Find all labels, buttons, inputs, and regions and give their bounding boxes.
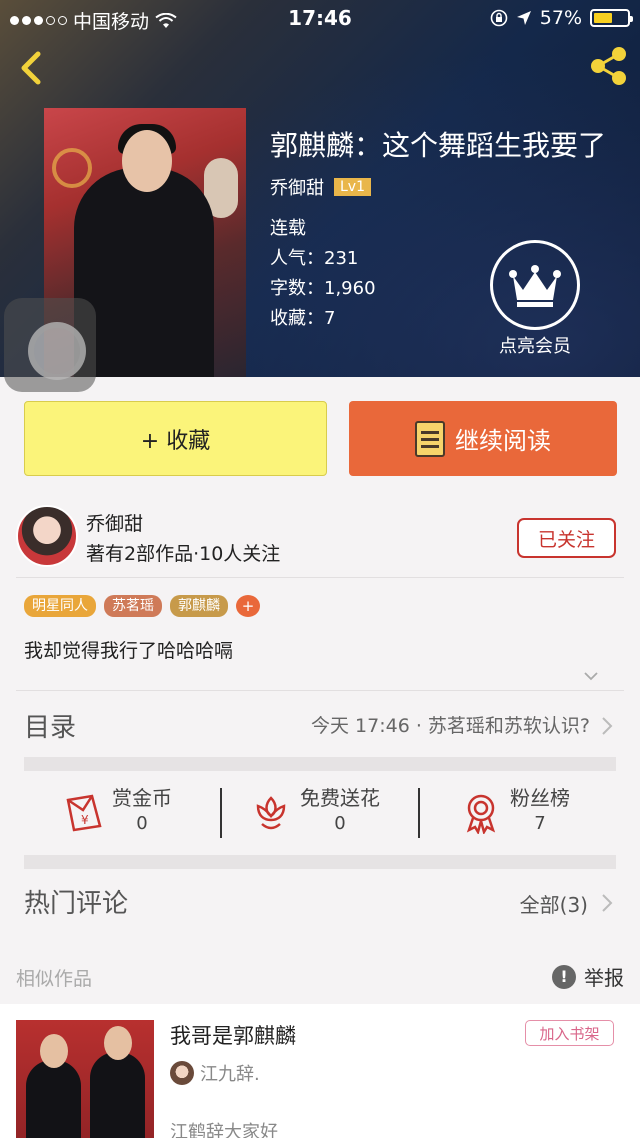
similar-book-author: 江九辞. [200, 1064, 260, 1085]
similar-book-cover[interactable] [16, 1020, 154, 1138]
similar-book-card[interactable]: 我哥是郭麒麟 加入书架 江九辞. 江鹤辞大家好 [0, 1004, 640, 1138]
author-stats: 著有2部作品·10人关注 [86, 543, 281, 565]
book-intro: 我却觉得我行了哈哈哈嗝 [24, 640, 234, 662]
follow-button[interactable]: 已关注 [517, 518, 616, 558]
stat-label: 粉丝榜 [510, 786, 570, 810]
stat-label: 赏金币 [112, 786, 172, 810]
back-button[interactable] [14, 46, 54, 90]
battery-percent: 57% [539, 7, 582, 29]
svg-text:¥: ¥ [81, 813, 89, 827]
chevron-right-icon [602, 894, 613, 912]
stat-divider [220, 788, 222, 838]
chevron-right-icon [602, 717, 613, 735]
author-name[interactable]: 乔御甜 [86, 509, 143, 536]
similar-author-avatar [170, 1061, 194, 1085]
tag-item[interactable]: 郭麒麟 [170, 595, 228, 617]
stat-value: 0 [136, 813, 148, 834]
vip-label: 点亮会员 [499, 336, 571, 357]
stat-divider [418, 788, 420, 838]
report-button[interactable]: ! 举报 [552, 962, 624, 991]
similar-book-desc: 江鹤辞大家好 [170, 1122, 278, 1138]
chevron-down-icon[interactable] [583, 668, 599, 684]
book-author[interactable]: 乔御甜 [270, 174, 324, 200]
collect-label: + 收藏 [140, 428, 211, 454]
coin-envelope-icon: ¥ [66, 794, 102, 832]
status-bar: 中国移动 17:46 57% [0, 0, 640, 34]
book-icon [415, 420, 445, 457]
medal-icon [466, 794, 496, 834]
section-band [24, 757, 616, 771]
stat-value: 0 [334, 813, 346, 834]
send-flower-item[interactable]: 免费送花 0 [250, 784, 380, 844]
catalog-row[interactable]: 目录 今天 17:46 · 苏茗瑶和苏软认识? [0, 691, 640, 759]
all-comments-link[interactable]: 全部(3) [520, 889, 588, 918]
level-badge: Lv1 [334, 178, 371, 196]
similar-header: 相似作品 ! 举报 [0, 950, 640, 1004]
location-icon [516, 11, 531, 25]
hot-comments-label: 热门评论 [24, 889, 129, 919]
similar-book-author-line: 江九辞. [170, 1060, 260, 1086]
stat-value: 7 [534, 813, 546, 834]
flower-icon [256, 796, 286, 830]
author-avatar[interactable] [16, 505, 78, 567]
tag-list: 明星同人 苏茗瑶 郭麒麟 + [24, 595, 260, 617]
similar-label: 相似作品 [16, 968, 93, 990]
section-band [24, 855, 616, 869]
continue-read-label: 继续阅读 [455, 427, 551, 455]
status-right: 57% [490, 7, 633, 29]
continue-read-button[interactable]: 继续阅读 [349, 401, 617, 476]
warning-icon: ! [552, 964, 576, 989]
similar-book-title[interactable]: 我哥是郭麒麟 [170, 1020, 296, 1050]
tag-item[interactable]: 明星同人 [24, 595, 96, 617]
add-to-shelf-button[interactable]: 加入书架 [525, 1020, 614, 1046]
reward-coin-item[interactable]: ¥ 赏金币 0 [62, 784, 172, 844]
stat-label: 免费送花 [300, 786, 380, 810]
add-tag-button[interactable]: + [236, 595, 260, 617]
rotation-lock-icon [490, 9, 508, 27]
fan-rank-item[interactable]: 粉丝榜 7 [460, 784, 570, 844]
collect-button[interactable]: + 收藏 [24, 401, 327, 476]
share-button[interactable] [586, 44, 630, 88]
divider [16, 577, 624, 578]
vip-button[interactable]: 点亮会员 [490, 240, 580, 358]
hot-comments-row[interactable]: 热门评论 全部(3) [0, 873, 640, 933]
assistive-touch-button[interactable] [4, 298, 96, 392]
battery-icon [590, 9, 633, 27]
crown-icon [490, 240, 580, 330]
tag-item[interactable]: 苏茗瑶 [104, 595, 162, 617]
report-label: 举报 [584, 966, 624, 990]
book-title: 郭麒麟：这个舞蹈生我要了 [270, 129, 607, 162]
catalog-label: 目录 [24, 713, 77, 743]
book-author-line: 乔御甜 Lv1 [270, 174, 606, 200]
stats-row: ¥ 赏金币 0 免费送花 0 粉丝榜 7 [0, 784, 640, 844]
latest-chapter: 今天 17:46 · 苏茗瑶和苏软认识? [311, 715, 590, 737]
